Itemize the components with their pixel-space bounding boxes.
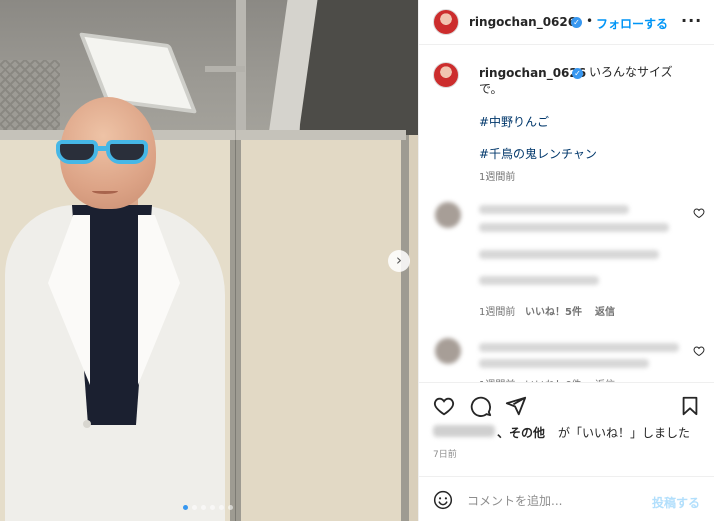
- verified-badge-icon: ✓: [571, 17, 582, 28]
- dark-wall: [300, 0, 418, 150]
- commenter-avatar[interactable]: [435, 338, 461, 364]
- carousel-dots: [183, 505, 233, 510]
- comment-like-heart-icon[interactable]: [693, 207, 705, 219]
- lens-right: [106, 140, 148, 164]
- jacket-button: [83, 420, 91, 428]
- more-options-icon[interactable]: ···: [681, 11, 702, 30]
- carousel-dot: [228, 505, 233, 510]
- divider: [419, 476, 714, 477]
- comment-like-heart-icon[interactable]: [693, 345, 705, 357]
- blue-sunglasses: [56, 140, 150, 166]
- blurred-comment: [479, 250, 659, 259]
- blurred-liker[interactable]: [433, 425, 495, 437]
- caption-text: いろんなサイズで。: [479, 65, 673, 96]
- partition-right: [404, 135, 418, 521]
- carousel-dot: [183, 505, 188, 510]
- avatar[interactable]: [433, 9, 459, 35]
- like-heart-icon[interactable]: [433, 395, 455, 417]
- comment-icon[interactable]: [470, 395, 492, 417]
- comment-input[interactable]: [467, 493, 637, 509]
- blurred-comment: [479, 276, 599, 285]
- blurred-comment: [479, 343, 679, 352]
- partition-middle: [236, 135, 406, 521]
- caption-time: 1週間前: [479, 172, 516, 183]
- blurred-comment: [479, 223, 669, 232]
- post-date: 7日前: [433, 450, 457, 460]
- header-separator: •: [586, 14, 594, 28]
- bookmark-icon[interactable]: [679, 395, 701, 417]
- post-sidebar: ringochan_0626 ✓ • フォローする ··· ringochan_…: [418, 0, 714, 521]
- emoji-icon[interactable]: [433, 490, 453, 510]
- carousel-dot: [192, 505, 197, 510]
- lens-left: [56, 140, 98, 164]
- comment-time: 1週間前: [479, 307, 516, 318]
- likes-text: が「いいね！」しました: [558, 426, 691, 440]
- post-header: ringochan_0626 ✓ • フォローする ···: [419, 0, 714, 45]
- divider: [419, 382, 714, 383]
- commenter-avatar[interactable]: [435, 202, 461, 228]
- post-image[interactable]: ›: [0, 0, 418, 521]
- blurred-comment: [479, 205, 629, 214]
- blurred-comment: [479, 359, 649, 368]
- carousel-dot: [210, 505, 215, 510]
- pipe: [236, 0, 246, 150]
- mouth: [92, 188, 118, 194]
- follow-button[interactable]: フォローする: [596, 15, 668, 32]
- carousel-next-button[interactable]: ›: [388, 250, 410, 272]
- caption-avatar[interactable]: [433, 62, 459, 88]
- comment-likes[interactable]: いいね！5件: [525, 303, 582, 318]
- header-username[interactable]: ringochan_0626: [469, 15, 576, 29]
- carousel-dot: [201, 505, 206, 510]
- pipe-branch: [205, 66, 245, 72]
- share-icon[interactable]: [505, 395, 527, 417]
- hashtag-link[interactable]: #千鳥の鬼レンチャン: [479, 145, 597, 162]
- likes-others[interactable]: 、その他: [497, 424, 545, 441]
- post-comment-button[interactable]: 投稿する: [652, 494, 700, 511]
- hashtag-link[interactable]: #中野りんご: [479, 113, 549, 130]
- reply-button[interactable]: 返信: [595, 303, 615, 318]
- carousel-dot: [219, 505, 224, 510]
- partition-top-right: [236, 130, 406, 140]
